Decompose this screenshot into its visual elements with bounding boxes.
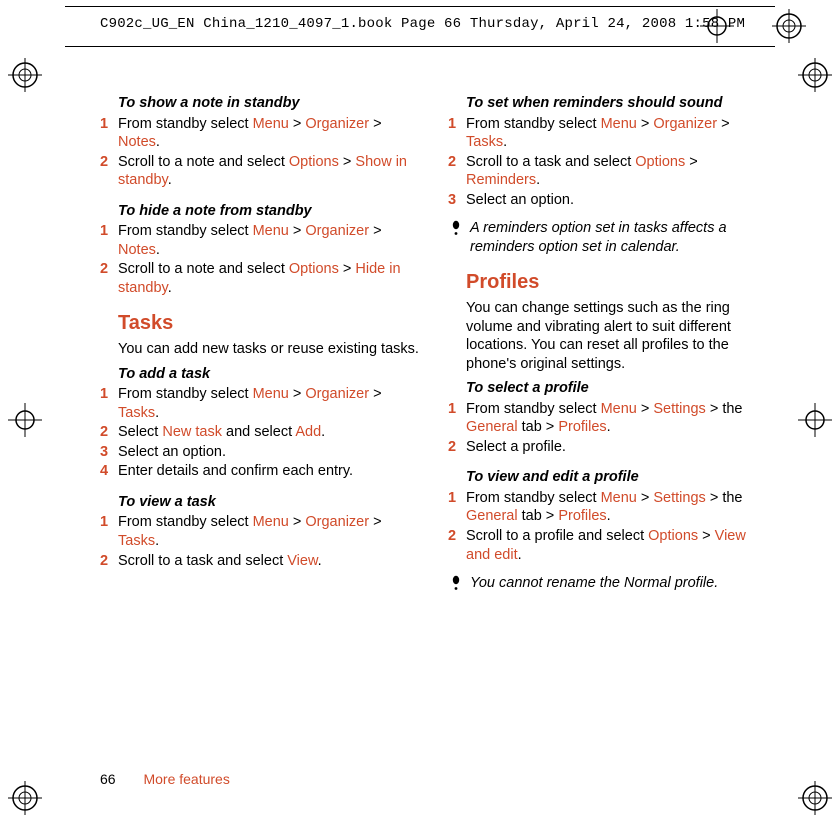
step-number: 3 [448, 191, 466, 210]
step-number: 1 [100, 385, 118, 422]
header-rule [65, 6, 775, 7]
step-text: Scroll to a note and select Options > Sh… [118, 153, 422, 190]
step-text: Scroll to a task and select Options > Re… [466, 153, 770, 190]
step: 3Select an option. [448, 191, 770, 210]
step-text: Enter details and confirm each entry. [118, 462, 422, 481]
step: 1From standby select Menu > Organizer > … [100, 222, 422, 259]
registration-mark-icon [798, 58, 832, 92]
step-number: 2 [100, 552, 118, 571]
registration-mark-icon [798, 781, 832, 815]
info-icon [450, 574, 468, 593]
step: 2Select a profile. [448, 438, 770, 457]
step-number: 2 [448, 153, 466, 190]
section-title: To view a task [118, 493, 422, 512]
step-text: From standby select Menu > Settings > th… [466, 400, 770, 437]
registration-mark-icon [700, 9, 734, 43]
step-text: From standby select Menu > Organizer > T… [118, 385, 422, 422]
page: C902c_UG_EN China_1210_4097_1.book Page … [0, 0, 840, 840]
note-callout: A reminders option set in tasks affects … [450, 219, 770, 256]
step-text: From standby select Menu > Settings > th… [466, 489, 770, 526]
header-text: C902c_UG_EN China_1210_4097_1.book Page … [100, 16, 745, 32]
step-text: Select a profile. [466, 438, 770, 457]
registration-mark-icon [8, 58, 42, 92]
step: 2Scroll to a task and select View. [100, 552, 422, 571]
heading-tasks: Tasks [118, 311, 422, 337]
note-text: You cannot rename the Normal profile. [468, 574, 770, 593]
step: 2Select New task and select Add. [100, 423, 422, 442]
section-name: More features [143, 771, 229, 787]
step: 1From standby select Menu > Organizer > … [448, 115, 770, 152]
note-text: A reminders option set in tasks affects … [468, 219, 770, 256]
step-text: Scroll to a profile and select Options >… [466, 527, 770, 564]
section-title: To set when reminders should sound [466, 94, 770, 113]
step-number: 1 [100, 513, 118, 550]
step-text: Scroll to a note and select Options > Hi… [118, 260, 422, 297]
step-number: 1 [448, 400, 466, 437]
step-number: 2 [100, 153, 118, 190]
step: 2Scroll to a task and select Options > R… [448, 153, 770, 190]
step: 2Scroll to a note and select Options > S… [100, 153, 422, 190]
step-number: 1 [100, 222, 118, 259]
step-text: Select an option. [466, 191, 770, 210]
info-icon [450, 219, 468, 256]
page-number: 66 [100, 771, 116, 787]
footer: 66 More features [100, 771, 230, 787]
step-text: From standby select Menu > Organizer > T… [466, 115, 770, 152]
step: 2Scroll to a note and select Options > H… [100, 260, 422, 297]
step: 1From standby select Menu > Settings > t… [448, 400, 770, 437]
registration-mark-icon [8, 781, 42, 815]
section-title: To hide a note from standby [118, 202, 422, 221]
registration-mark-icon [8, 403, 42, 437]
section-title: To view and edit a profile [466, 468, 770, 487]
right-column: To set when reminders should sound 1From… [448, 88, 770, 750]
step-text: Select an option. [118, 443, 422, 462]
step-number: 2 [448, 438, 466, 457]
step-number: 1 [100, 115, 118, 152]
step: 2Scroll to a profile and select Options … [448, 527, 770, 564]
step-number: 2 [448, 527, 466, 564]
step-text: From standby select Menu > Organizer > T… [118, 513, 422, 550]
step-number: 3 [100, 443, 118, 462]
step-text: Select New task and select Add. [118, 423, 422, 442]
step-text: Scroll to a task and select View. [118, 552, 422, 571]
step-number: 4 [100, 462, 118, 481]
step-text: From standby select Menu > Organizer > N… [118, 222, 422, 259]
section-title: To add a task [118, 365, 422, 384]
body-columns: To show a note in standby 1From standby … [100, 88, 770, 750]
step-number: 1 [448, 115, 466, 152]
step-number: 2 [100, 423, 118, 442]
step-number: 2 [100, 260, 118, 297]
step-text: From standby select Menu > Organizer > N… [118, 115, 422, 152]
section-title: To select a profile [466, 379, 770, 398]
step: 3Select an option. [100, 443, 422, 462]
step: 1From standby select Menu > Organizer > … [100, 115, 422, 152]
section-title: To show a note in standby [118, 94, 422, 113]
intro-text: You can add new tasks or reuse existing … [118, 340, 422, 359]
registration-mark-icon [772, 9, 806, 43]
step: 1From standby select Menu > Organizer > … [100, 513, 422, 550]
step: 4Enter details and confirm each entry. [100, 462, 422, 481]
step-number: 1 [448, 489, 466, 526]
step: 1From standby select Menu > Organizer > … [100, 385, 422, 422]
note-callout: You cannot rename the Normal profile. [450, 574, 770, 593]
header-rule [65, 46, 775, 47]
intro-text: You can change settings such as the ring… [466, 299, 770, 373]
left-column: To show a note in standby 1From standby … [100, 88, 422, 750]
heading-profiles: Profiles [466, 270, 770, 296]
registration-mark-icon [798, 403, 832, 437]
step: 1From standby select Menu > Settings > t… [448, 489, 770, 526]
